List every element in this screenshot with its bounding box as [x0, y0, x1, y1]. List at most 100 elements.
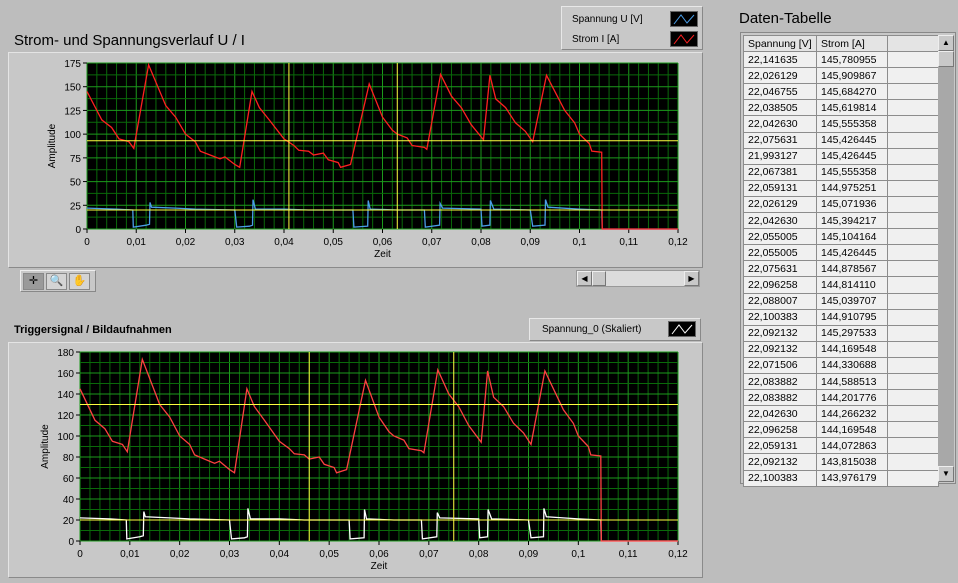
- table-cell[interactable]: [887, 83, 939, 101]
- table-cell[interactable]: [887, 437, 939, 455]
- table-cell[interactable]: 143,815038: [816, 453, 888, 471]
- trigger-chart[interactable]: 0 0,01 0,02 0,03 0,04 0,05 0,06 0,07 0,08 0,09 0,1…: [8, 342, 703, 578]
- table-cell[interactable]: 22,088007: [743, 292, 817, 310]
- table-row[interactable]: 22,092132 144,169548: [743, 340, 939, 358]
- horizontal-scrollbar[interactable]: ◀ ▶: [576, 270, 700, 287]
- table-row[interactable]: 22,083882 144,588513: [743, 372, 939, 391]
- table-cell[interactable]: [887, 163, 939, 181]
- table-cell[interactable]: 22,096258: [743, 421, 817, 439]
- table-cell[interactable]: [887, 292, 939, 310]
- table-row[interactable]: 22,026129 145,071936: [743, 195, 939, 214]
- table-cell[interactable]: 22,083882: [743, 372, 817, 391]
- table-cell[interactable]: 22,067381: [743, 163, 817, 181]
- table-cell[interactable]: 145,780955: [816, 51, 888, 69]
- current-voltage-chart[interactable]: 0 0,01 0,02 0,03 0,04 0,05 0,06 0,07 0,08 0,09 0,1…: [8, 52, 703, 268]
- table-cell[interactable]: 22,092132: [743, 340, 817, 358]
- table-row[interactable]: 22,055005 145,104164: [743, 228, 939, 246]
- table-cell[interactable]: 145,555358: [816, 163, 888, 181]
- table-cell[interactable]: [887, 179, 939, 197]
- scroll-up-icon[interactable]: ▲: [938, 35, 954, 51]
- table-row[interactable]: 22,071506 144,330688: [743, 356, 939, 374]
- chart1-legend[interactable]: Spannung U [V] Strom I [A]: [561, 6, 703, 50]
- table-cell[interactable]: [887, 131, 939, 149]
- data-table-grid[interactable]: Spannung [V] Strom [A] 22,141635 145,7809…: [743, 34, 939, 487]
- table-row[interactable]: 22,059131 144,072863: [743, 437, 939, 455]
- table-cell[interactable]: [887, 340, 939, 358]
- table-row[interactable]: 22,067381 145,555358: [743, 163, 939, 181]
- table-cell[interactable]: 22,075631: [743, 260, 817, 278]
- table-cell[interactable]: 145,555358: [816, 115, 888, 133]
- table-cell[interactable]: 22,075631: [743, 131, 817, 149]
- table-cell[interactable]: 145,426445: [816, 244, 888, 262]
- table-cell[interactable]: [887, 244, 939, 262]
- table-cell[interactable]: 22,042630: [743, 212, 817, 230]
- table-cell[interactable]: 144,975251: [816, 179, 888, 197]
- table-cell[interactable]: [887, 260, 939, 278]
- table-row[interactable]: 22,046755 145,684270: [743, 83, 939, 101]
- zoom-icon[interactable]: 🔍: [46, 273, 67, 290]
- cursor-icon[interactable]: ✛: [23, 273, 44, 290]
- table-cell[interactable]: 144,169548: [816, 421, 888, 439]
- table-cell[interactable]: [887, 372, 939, 391]
- table-cell[interactable]: [887, 147, 939, 165]
- table-row[interactable]: 22,038505 145,619814: [743, 99, 939, 117]
- table-cell[interactable]: 22,059131: [743, 179, 817, 197]
- table-row[interactable]: 22,083882 144,201776: [743, 389, 939, 407]
- table-cell[interactable]: 22,092132: [743, 324, 817, 342]
- table-cell[interactable]: [887, 51, 939, 69]
- scroll-thumb[interactable]: [938, 51, 954, 67]
- scroll-down-icon[interactable]: ▼: [938, 466, 954, 482]
- table-cell[interactable]: 22,055005: [743, 228, 817, 246]
- table-cell[interactable]: 144,266232: [816, 405, 888, 423]
- table-cell[interactable]: [887, 276, 939, 294]
- table-cell[interactable]: 144,910795: [816, 308, 888, 326]
- table-row[interactable]: 22,026129 145,909867: [743, 67, 939, 85]
- scroll-left-icon[interactable]: ◀: [577, 271, 592, 286]
- table-cell[interactable]: 22,100383: [743, 469, 817, 487]
- table-cell[interactable]: 22,042630: [743, 115, 817, 133]
- table-cell[interactable]: 145,394217: [816, 212, 888, 230]
- table-cell[interactable]: [887, 389, 939, 407]
- scroll-right-icon[interactable]: ▶: [684, 271, 699, 286]
- table-cell[interactable]: 144,878567: [816, 260, 888, 278]
- table-cell[interactable]: 145,909867: [816, 67, 888, 85]
- pan-hand-icon[interactable]: ✋: [69, 273, 90, 290]
- scroll-thumb[interactable]: [592, 271, 606, 286]
- table-cell[interactable]: 22,046755: [743, 83, 817, 101]
- column-header-voltage[interactable]: Spannung [V]: [743, 34, 817, 53]
- table-row[interactable]: 22,075631 144,878567: [743, 260, 939, 278]
- table-cell[interactable]: [887, 99, 939, 117]
- table-row[interactable]: 22,100383 143,976179: [743, 469, 939, 487]
- table-cell[interactable]: 145,297533: [816, 324, 888, 342]
- table-cell[interactable]: 143,976179: [816, 469, 888, 487]
- table-cell[interactable]: [887, 356, 939, 374]
- table-cell[interactable]: 22,059131: [743, 437, 817, 455]
- table-row[interactable]: 22,075631 145,426445: [743, 131, 939, 149]
- table-cell[interactable]: [887, 308, 939, 326]
- table-cell[interactable]: 144,814110: [816, 276, 888, 294]
- table-cell[interactable]: 144,588513: [816, 372, 888, 391]
- table-cell[interactable]: [887, 324, 939, 342]
- table-cell[interactable]: 22,026129: [743, 195, 817, 214]
- table-cell[interactable]: 145,104164: [816, 228, 888, 246]
- table-cell[interactable]: 145,071936: [816, 195, 888, 214]
- table-cell[interactable]: [887, 453, 939, 471]
- table-cell[interactable]: [887, 469, 939, 487]
- table-row[interactable]: 22,088007 145,039707: [743, 292, 939, 310]
- table-cell[interactable]: 145,039707: [816, 292, 888, 310]
- column-header-current[interactable]: Strom [A]: [816, 34, 888, 53]
- table-cell[interactable]: 22,055005: [743, 244, 817, 262]
- table-row[interactable]: 22,092132 145,297533: [743, 324, 939, 342]
- table-row[interactable]: 22,042630 145,394217: [743, 212, 939, 230]
- vertical-scrollbar[interactable]: ▲ ▼: [938, 35, 954, 482]
- table-cell[interactable]: [887, 405, 939, 423]
- table-row[interactable]: 22,059131 144,975251: [743, 179, 939, 197]
- table-cell[interactable]: 145,426445: [816, 147, 888, 165]
- column-header-empty[interactable]: [887, 34, 939, 53]
- table-cell[interactable]: [887, 421, 939, 439]
- table-cell[interactable]: 22,096258: [743, 276, 817, 294]
- table-row[interactable]: 22,055005 145,426445: [743, 244, 939, 262]
- table-cell[interactable]: [887, 212, 939, 230]
- table-cell[interactable]: 22,083882: [743, 389, 817, 407]
- table-cell[interactable]: 144,330688: [816, 356, 888, 374]
